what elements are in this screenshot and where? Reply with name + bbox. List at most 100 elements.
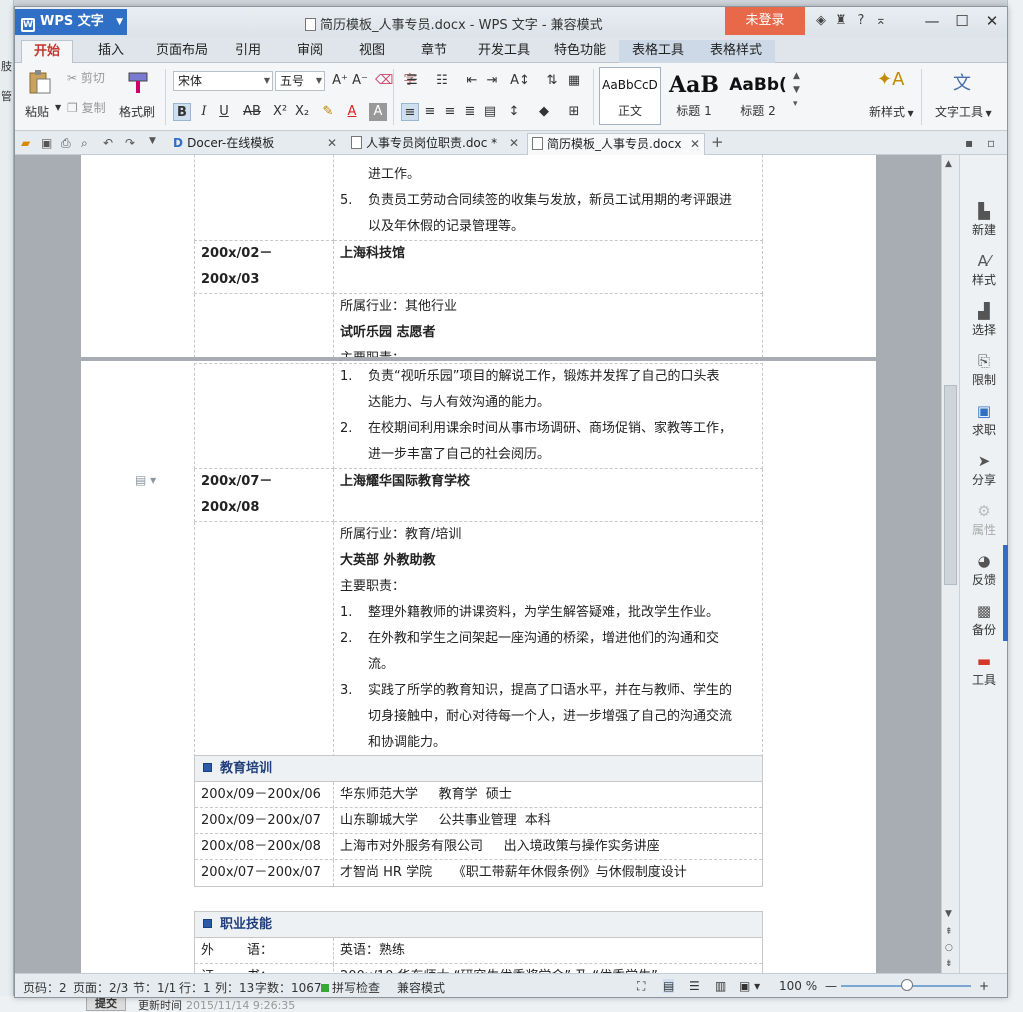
scroll-thumb[interactable] xyxy=(944,385,957,585)
tab-start[interactable]: 开始 xyxy=(21,40,73,63)
sidebar-item-backup[interactable]: ▩ 备份 xyxy=(960,601,1008,638)
doc-tab-job-duties[interactable]: 人事专员岗位职责.doc * ✕ xyxy=(347,133,523,155)
clear-format-icon[interactable]: ⌫ xyxy=(375,72,393,90)
status-words[interactable]: 字数：1067 xyxy=(255,979,322,996)
underline-icon[interactable]: U xyxy=(215,103,233,121)
subscript-icon[interactable]: X₂ xyxy=(293,103,311,121)
skin-icon[interactable]: ◈ xyxy=(811,13,831,28)
strikethrough-icon[interactable]: AB xyxy=(239,103,265,121)
shrink-font-icon[interactable]: A⁻ xyxy=(351,72,369,90)
spell-check-toggle[interactable]: 拼写检查 xyxy=(321,979,380,996)
sidebar-item-job[interactable]: ▣ 求职 xyxy=(960,401,1008,438)
sidebar-item-properties[interactable]: ⚙ 属性 xyxy=(960,501,1008,538)
tab-options-icon[interactable]: ▫ xyxy=(987,136,995,150)
shirt-icon[interactable]: ♜ xyxy=(831,13,851,28)
maximize-icon[interactable]: ☐ xyxy=(947,7,977,35)
highlight-icon[interactable]: ✎ xyxy=(319,103,337,121)
doc-tab-docer[interactable]: D Docer-在线模板 ✕ xyxy=(169,133,341,155)
numbered-list-icon[interactable]: ☷ xyxy=(431,72,453,90)
text-direction-icon[interactable]: A↕ xyxy=(507,72,533,90)
web-view-icon[interactable]: ▥ xyxy=(715,979,726,993)
style-heading-1[interactable]: AaB 标题 1 xyxy=(663,67,725,125)
next-page-icon[interactable]: ⇟ xyxy=(945,959,953,969)
app-menu-button[interactable]: W WPS 文字 ▼ xyxy=(15,9,127,35)
style-heading-2[interactable]: AaBb(标题 2 xyxy=(727,67,789,125)
style-normal[interactable]: AaBbCcD 正文 xyxy=(599,67,661,125)
new-style-button[interactable]: 新样式 ▼ xyxy=(869,103,914,120)
font-size-select[interactable]: 五号 ▼ xyxy=(275,71,325,91)
print-preview-icon[interactable]: ⌕ xyxy=(81,136,88,151)
bold-icon[interactable]: B xyxy=(173,103,191,121)
borders-icon[interactable]: ⊞ xyxy=(565,103,583,121)
paste-icon[interactable] xyxy=(27,69,53,95)
print-icon[interactable]: ⎙ xyxy=(61,136,71,151)
align-right-icon[interactable]: ≡ xyxy=(441,103,459,121)
justify-icon[interactable]: ≣ xyxy=(461,103,479,121)
page-view-icon[interactable]: ▤ xyxy=(663,979,675,993)
zoom-level[interactable]: 100 % xyxy=(779,979,817,993)
font-color-icon[interactable]: A xyxy=(343,103,361,121)
tab-features[interactable]: 特色功能 xyxy=(547,40,613,63)
open-icon[interactable]: ▰ xyxy=(21,136,30,150)
zoom-in-icon[interactable]: + xyxy=(979,979,989,993)
new-style-icon[interactable]: ✦A xyxy=(877,69,904,90)
format-painter-button[interactable]: 格式刷 xyxy=(119,103,155,120)
text-tools-icon[interactable]: 文 xyxy=(953,69,971,95)
save-icon[interactable]: ▣ xyxy=(41,136,52,150)
tab-list-icon[interactable]: ▪ xyxy=(965,136,973,150)
vertical-scrollbar[interactable]: ▲ ▼ ⇞ ○ ⇟ xyxy=(941,155,959,973)
shading-icon[interactable]: ◆ xyxy=(535,103,553,121)
reading-view-icon[interactable]: ▣ ▾ xyxy=(739,979,760,993)
sidebar-item-new[interactable]: ▙ 新建 xyxy=(960,201,1008,238)
sidebar-item-restrict[interactable]: ⎘ 限制 xyxy=(960,351,1008,388)
paste-button[interactable]: 粘贴 xyxy=(25,103,49,120)
superscript-icon[interactable]: X² xyxy=(271,103,289,121)
chevron-down-icon[interactable]: ▼ xyxy=(55,103,61,112)
tab-table-style[interactable]: 表格样式 xyxy=(697,40,775,63)
decrease-indent-icon[interactable]: ⇤ xyxy=(463,72,481,90)
line-spacing-icon[interactable]: ↕ xyxy=(505,103,523,121)
zoom-slider-handle[interactable] xyxy=(901,979,913,991)
doc-tab-resume[interactable]: 简历模板_人事专员.docx ✕ xyxy=(527,133,705,155)
tab-sections[interactable]: 章节 xyxy=(409,40,459,63)
zoom-out-icon[interactable]: — xyxy=(825,979,837,993)
grow-font-icon[interactable]: A⁺ xyxy=(331,72,349,90)
cut-button[interactable]: ✂ 剪切 xyxy=(67,69,105,86)
customize-toolbar-icon[interactable]: ▼ xyxy=(149,136,156,146)
job-period[interactable]: 200x/07－200x/08 xyxy=(194,468,334,522)
format-painter-icon[interactable] xyxy=(125,69,151,95)
tab-table-tools[interactable]: 表格工具 xyxy=(619,40,697,63)
sidebar-item-feedback[interactable]: ◕ 反馈 xyxy=(960,551,1008,588)
scroll-up-icon[interactable]: ▲ xyxy=(945,159,952,169)
increase-indent-icon[interactable]: ⇥ xyxy=(483,72,501,90)
table-icon[interactable]: ▦ xyxy=(565,72,583,90)
sidebar-item-tools[interactable]: ▬ 工具 xyxy=(960,651,1008,688)
outline-view-icon[interactable]: ☰ xyxy=(689,979,700,993)
close-icon[interactable]: ✕ xyxy=(509,133,519,153)
bullet-list-icon[interactable]: ☰ xyxy=(401,72,423,90)
sidebar-expand-handle[interactable] xyxy=(1003,545,1008,641)
help-icon[interactable]: ? xyxy=(851,13,871,28)
collapse-ribbon-icon[interactable]: ⌅ xyxy=(871,13,891,28)
copy-button[interactable]: ❐ 复制 xyxy=(67,99,106,116)
minimize-icon[interactable]: — xyxy=(917,7,947,35)
tab-developer[interactable]: 开发工具 xyxy=(471,40,537,63)
login-button[interactable]: 未登录 xyxy=(725,7,805,35)
close-icon[interactable]: ✕ xyxy=(977,7,1007,35)
sidebar-item-select[interactable]: ▟ 选择 xyxy=(960,301,1008,338)
fullscreen-view-icon[interactable]: ⛶ xyxy=(637,979,645,994)
new-tab-icon[interactable]: + xyxy=(711,133,724,151)
sort-icon[interactable]: ⇅ xyxy=(543,72,561,90)
undo-icon[interactable]: ↶ xyxy=(103,136,113,150)
font-name-select[interactable]: 宋体 ▼ xyxy=(173,71,273,91)
paragraph-marker-icon[interactable]: ▤ ▾ xyxy=(135,473,156,487)
text-tools-button[interactable]: 文字工具 ▼ xyxy=(935,103,992,120)
sidebar-item-styles[interactable]: A⁄ 样式 xyxy=(960,251,1008,288)
tab-page-layout[interactable]: 页面布局 xyxy=(149,40,215,63)
redo-icon[interactable]: ↷ xyxy=(125,136,135,150)
distribute-icon[interactable]: ▤ xyxy=(481,103,499,121)
tab-insert[interactable]: 插入 xyxy=(85,40,137,63)
tab-view[interactable]: 视图 xyxy=(347,40,397,63)
close-icon[interactable]: ✕ xyxy=(327,133,337,153)
submit-button[interactable]: 提交 xyxy=(86,997,126,1011)
